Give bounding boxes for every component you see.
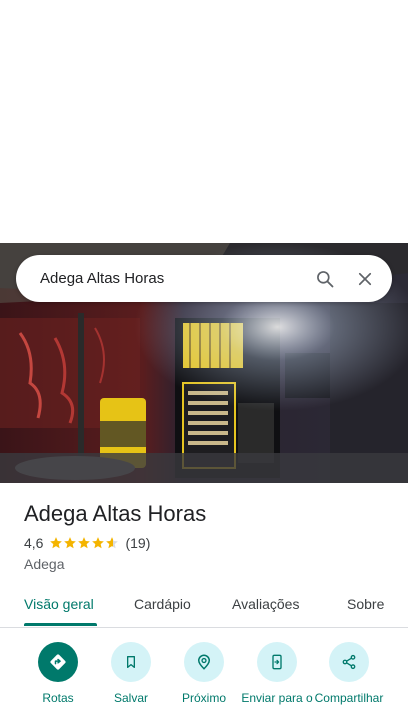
search-input[interactable]: Adega Altas Horas (40, 270, 302, 287)
share-button[interactable]: Compartilhar (309, 640, 389, 706)
tab-menu[interactable]: Cardápio (134, 583, 191, 628)
action-bar: Rotas Salvar Próximo Enviar para o Compa… (0, 640, 408, 726)
save-label: Salvar (113, 691, 148, 705)
map-blank-area (0, 0, 408, 243)
star-icon (50, 537, 63, 549)
tab-bar: Visão geral Cardápio Avaliações Sobre (0, 583, 408, 628)
star-icon (64, 537, 77, 549)
tab-about[interactable]: Sobre (347, 583, 384, 628)
directions-label: Rotas (42, 691, 74, 705)
star-icon (106, 537, 119, 549)
close-icon[interactable] (348, 262, 382, 296)
place-title: Adega Altas Horas (24, 501, 207, 526)
nearby-button[interactable]: Próximo (164, 640, 244, 706)
star-icon (78, 537, 91, 549)
send-to-phone-icon[interactable] (257, 642, 297, 682)
review-count[interactable]: (19) (125, 535, 150, 551)
share-label: Compartilhar (314, 691, 384, 705)
share-icon[interactable] (329, 642, 369, 682)
directions-icon[interactable] (38, 642, 78, 682)
star-icon (92, 537, 105, 549)
save-button[interactable]: Salvar (91, 640, 171, 706)
place-category[interactable]: Adega (24, 556, 394, 572)
send-to-phone-label: Enviar para o (241, 691, 313, 705)
nearby-label: Próximo (181, 691, 226, 705)
bookmark-icon[interactable] (111, 642, 151, 682)
rating-stars (49, 536, 119, 550)
search-icon[interactable] (308, 262, 342, 296)
tab-overview[interactable]: Visão geral (24, 583, 94, 628)
search-bar[interactable]: Adega Altas Horas (16, 255, 392, 302)
nearby-icon[interactable] (184, 642, 224, 682)
send-to-phone-button[interactable]: Enviar para o (237, 640, 317, 706)
tab-reviews[interactable]: Avaliações (232, 583, 299, 628)
directions-button[interactable]: Rotas (18, 640, 98, 706)
active-tab-indicator (24, 623, 97, 626)
place-info: Adega Altas Horas 4,6 (19) Adega (24, 500, 394, 572)
rating-value: 4,6 (24, 535, 44, 551)
rating-row[interactable]: 4,6 (19) (24, 534, 394, 552)
